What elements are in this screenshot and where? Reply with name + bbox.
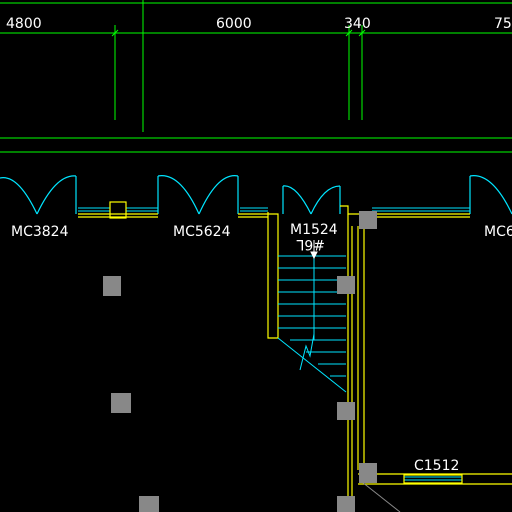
- label-stair-number: #6L: [296, 236, 325, 252]
- column: [359, 211, 377, 229]
- dimension-text-340: 340: [344, 16, 371, 32]
- column: [103, 276, 121, 296]
- column: [139, 496, 159, 512]
- dimension-text-4800: 4800: [6, 16, 42, 32]
- label-door-mc5624: MC5624: [173, 224, 231, 240]
- label-door-m1524: M1524: [290, 222, 338, 238]
- label-door-mc-right: MC64: [484, 224, 512, 240]
- label-window-c1512: C1512: [414, 458, 459, 474]
- dimension-text-6000: 6000: [216, 16, 252, 32]
- column: [359, 463, 377, 483]
- canvas-background: [0, 0, 512, 512]
- column: [337, 496, 355, 512]
- label-door-mc3824: MC3824: [11, 224, 69, 240]
- dimension-text-750: 750: [494, 16, 512, 32]
- column: [337, 402, 355, 420]
- cad-drawing-canvas[interactable]: 4800 6000 340 750: [0, 0, 512, 512]
- column: [337, 276, 355, 294]
- column: [111, 393, 131, 413]
